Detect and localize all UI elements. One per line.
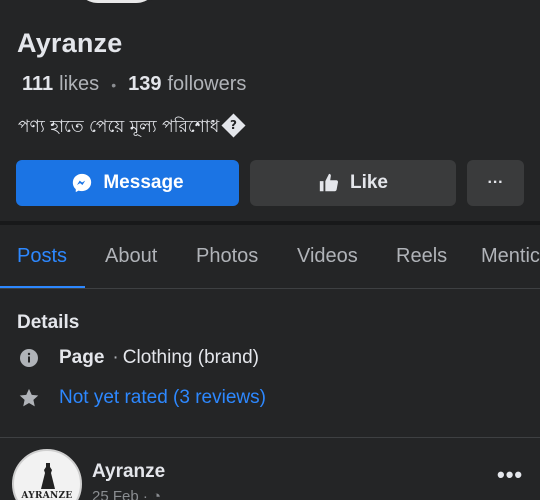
page-bio: পণ্য হাতে পেয়ে মূল্য পরিশোধ? (18, 112, 246, 142)
message-button[interactable]: Message (16, 160, 239, 206)
details-heading: Details (17, 312, 80, 333)
info-icon (17, 346, 41, 370)
like-button[interactable]: Like (250, 160, 456, 206)
page-type-label: Page (59, 347, 105, 368)
more-options-button[interactable]: ··· (467, 160, 524, 206)
globe-icon: ◔ (152, 488, 162, 500)
post-options-button[interactable]: ••• (497, 462, 523, 488)
cover-photo-edge (72, 0, 162, 6)
stats-separator: • (111, 76, 117, 93)
section-divider (0, 221, 540, 225)
unknown-glyph-icon: ? (221, 112, 246, 138)
tab-posts[interactable]: Posts (0, 226, 86, 289)
likes-label: likes (59, 73, 100, 95)
message-button-label: Message (103, 172, 184, 193)
post-date[interactable]: 25 Feb (92, 488, 139, 500)
thumbs-up-icon (319, 173, 338, 192)
page-category-row: Page · Clothing (brand) (17, 346, 259, 370)
post-meta-separator: · (142, 488, 148, 500)
page-category: Clothing (brand) (122, 347, 259, 368)
details-separator: · (112, 347, 119, 368)
followers-count: 139 (128, 73, 162, 95)
messenger-icon (73, 173, 92, 193)
like-button-label: Like (349, 172, 389, 193)
tab-reels[interactable]: Reels (396, 226, 447, 288)
page-title: Ayranze (17, 28, 123, 58)
avatar[interactable]: AYRANZE (12, 449, 82, 500)
likes-count: 111 (22, 73, 54, 95)
post-author[interactable]: Ayranze (92, 461, 165, 483)
rating-row: Not yet rated (3 reviews) (17, 386, 266, 410)
bio-text: পণ্য হাতে পেয়ে মূল্য পরিশোধ (18, 117, 220, 137)
more-icon: ··· (487, 174, 504, 191)
page-stats: 111 likes • 139 followers (22, 73, 246, 96)
followers-label: followers (167, 73, 247, 95)
dress-logo-icon (41, 463, 55, 489)
tab-about[interactable]: About (105, 226, 157, 288)
avatar-logo-text: AYRANZE (21, 491, 73, 500)
profile-tabs: Posts About Photos Videos Reels Mentic (0, 226, 540, 289)
tab-mentions[interactable]: Mentic (481, 226, 540, 288)
reviews-link[interactable]: Not yet rated (3 reviews) (59, 387, 266, 409)
tab-photos[interactable]: Photos (196, 226, 258, 288)
tabs-divider (0, 288, 540, 289)
post-divider (0, 437, 540, 438)
star-icon (17, 386, 41, 410)
tab-videos[interactable]: Videos (297, 226, 358, 288)
post-meta: 25 Feb · ◔ (92, 488, 161, 500)
